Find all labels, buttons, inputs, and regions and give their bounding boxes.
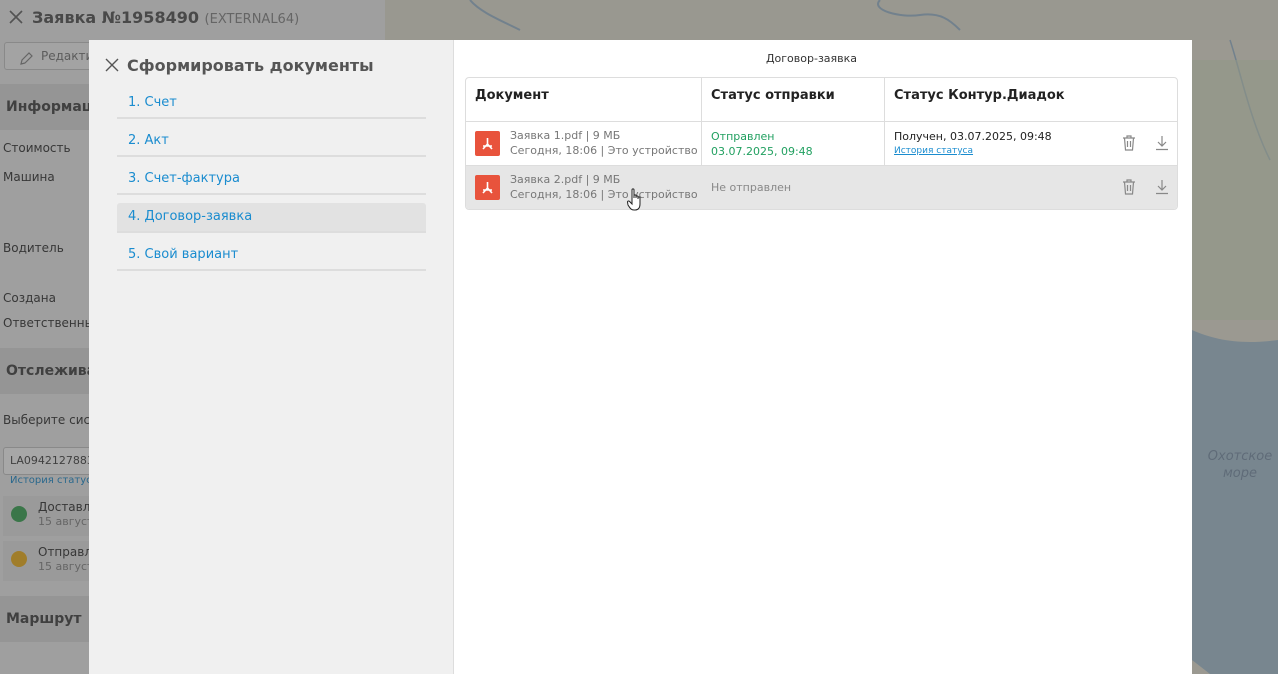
pdf-icon [475, 175, 500, 200]
doc-type-act[interactable]: 2. Акт [117, 127, 426, 157]
column-header-send-status: Статус отправки [711, 88, 835, 103]
generate-documents-modal: Сформировать документы 1. Счет 2. Акт 3.… [89, 40, 1192, 674]
column-header-diadoc-status: Статус Контур.Диадок [894, 88, 1065, 103]
doc-type-invoice-factura[interactable]: 3. Счет-фактура [117, 165, 426, 195]
trash-icon[interactable] [1122, 135, 1136, 154]
download-icon[interactable] [1155, 135, 1169, 154]
send-status: Отправлен 03.07.2025, 09:48 [711, 129, 813, 159]
file-name: Заявка 1.pdf | 9 МБ [510, 129, 621, 142]
table-row[interactable]: Заявка 2.pdf | 9 МБ Сегодня, 18:06 | Это… [466, 165, 1177, 209]
file-meta: Сегодня, 18:06 | Это устройство [510, 144, 698, 157]
download-icon[interactable] [1155, 179, 1169, 198]
file-meta: Сегодня, 18:06 | Это устройство [510, 188, 698, 201]
send-status-text: Отправлен [711, 130, 775, 143]
table-row[interactable]: Заявка 1.pdf | 9 МБ Сегодня, 18:06 | Это… [466, 121, 1177, 165]
send-status-date: 03.07.2025, 09:48 [711, 145, 813, 158]
status-history-link[interactable]: История статуса [894, 146, 973, 156]
column-header-document: Документ [475, 88, 549, 103]
file-name: Заявка 2.pdf | 9 МБ [510, 173, 621, 186]
doc-type-sidebar: Сформировать документы 1. Счет 2. Акт 3.… [89, 40, 454, 674]
doc-type-contract-request[interactable]: 4. Договор-заявка [117, 203, 426, 233]
pdf-icon [475, 131, 500, 156]
send-status-text: Не отправлен [711, 181, 792, 194]
doc-type-invoice[interactable]: 1. Счет [117, 89, 426, 119]
diadoc-status: Получен, 03.07.2025, 09:48 [894, 130, 1052, 143]
trash-icon[interactable] [1122, 179, 1136, 198]
close-icon[interactable] [105, 58, 119, 72]
modal-title: Сформировать документы [127, 56, 374, 75]
section-title: Договор-заявка [765, 52, 858, 65]
documents-table: Документ Статус отправки Статус Контур.Д… [465, 77, 1178, 210]
doc-type-custom[interactable]: 5. Свой вариант [117, 241, 426, 271]
hand-cursor-icon [626, 188, 645, 215]
